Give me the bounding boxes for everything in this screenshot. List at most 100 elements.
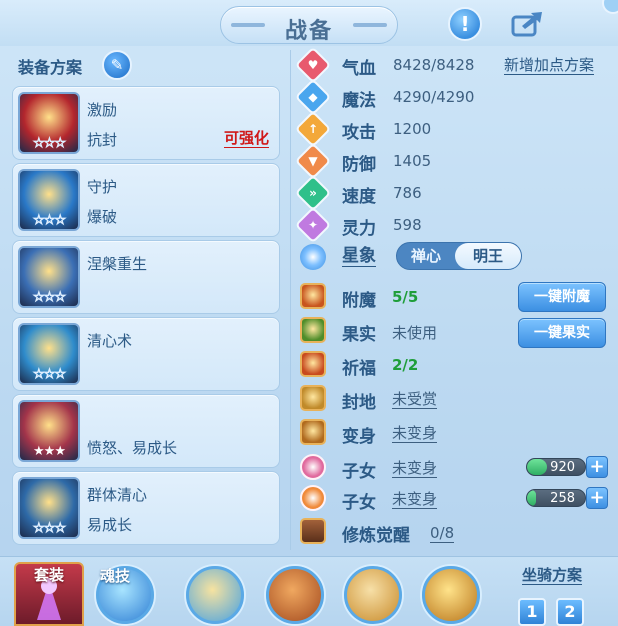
child-progress-bar: 920 — [526, 458, 586, 476]
cultivation-label: 修炼觉醒 — [342, 526, 410, 546]
equipment-traits: 易成长 — [87, 516, 133, 534]
new-point-plan-link[interactable]: 新增加点方案 — [504, 56, 595, 75]
progress-fill — [527, 490, 536, 506]
equipment-card[interactable]: ☆☆☆ 清心术 — [12, 317, 280, 391]
child-icon — [300, 454, 326, 480]
constellation-label[interactable]: 星象 — [342, 246, 376, 267]
add-points-plus-icon[interactable]: + — [586, 456, 608, 478]
speed-icon: » — [294, 174, 332, 212]
equipment-card[interactable]: ☆☆☆ 激励抗封 可强化 — [12, 86, 280, 160]
stat-row: » 速度 786 — [294, 174, 500, 212]
star-rating: ☆☆☆ — [33, 367, 67, 383]
edit-scheme-icon[interactable]: ✎ — [102, 50, 132, 80]
stat-value: 598 — [393, 216, 422, 234]
defense-icon: ▼ — [294, 142, 332, 180]
mount-scheme-2-button[interactable]: 2 — [556, 598, 584, 626]
share-icon[interactable] — [510, 8, 544, 38]
equipment-name: 激励 — [87, 101, 118, 119]
child-transform-value[interactable]: 未变身 — [392, 459, 438, 478]
equipment-icon[interactable]: ☆☆☆ — [18, 169, 80, 231]
mount-slot-3-icon[interactable] — [344, 566, 402, 624]
stat-row: ✦ 灵力 598 — [294, 206, 500, 244]
feature-icon — [300, 351, 326, 377]
stat-row: ◆ 魔法 4290/4290 — [294, 78, 500, 116]
toggle-option-mingwang[interactable]: 明王 — [455, 243, 521, 269]
feature-label: 祈福 — [342, 359, 376, 379]
child-label: 子女 — [342, 493, 376, 513]
child-label: 子女 — [342, 462, 376, 482]
equipment-name: 守护 — [87, 178, 118, 196]
equipment-card[interactable]: ☆☆☆ 群体清心易成长 — [12, 471, 280, 545]
stat-row: ↑ 攻击 1200 — [294, 110, 500, 148]
feature-icon — [300, 385, 326, 411]
mount-slot-1-icon[interactable] — [186, 566, 244, 624]
mount-scheme-1-button[interactable]: 1 — [518, 598, 546, 626]
soul-skill-label: 魂技 — [100, 567, 131, 585]
feature-label: 果实 — [342, 325, 376, 345]
stat-label: 攻击 — [342, 123, 376, 143]
equipment-icon[interactable]: ☆☆☆ — [18, 477, 80, 539]
child-icon — [300, 485, 326, 511]
set-label: 套装 — [33, 566, 64, 584]
equipment-icon[interactable]: ☆☆☆ — [18, 246, 80, 308]
feature-value: 未使用 — [392, 324, 438, 342]
stat-value: 786 — [393, 184, 422, 202]
equipment-card[interactable]: ★★★ 愤怒、易成长 — [12, 394, 280, 468]
title-plate: 战备 — [220, 6, 398, 44]
stat-label: 气血 — [342, 59, 376, 79]
equipment-name: 清心术 — [87, 332, 133, 350]
feature-icon — [300, 317, 326, 343]
mana-icon: ◆ — [294, 78, 332, 116]
info-icon[interactable]: ! — [448, 7, 482, 41]
feature-value: 5/5 — [392, 288, 419, 306]
heart-icon: ♥ — [294, 46, 332, 84]
progress-value: 258 — [550, 491, 575, 506]
star-rating: ☆☆☆ — [33, 290, 67, 306]
equipment-name: 群体清心 — [87, 486, 148, 504]
equipment-icon[interactable]: ★★★ — [18, 400, 80, 462]
progress-value: 920 — [550, 460, 575, 475]
feature-value[interactable]: 未变身 — [392, 424, 438, 443]
stat-label: 速度 — [342, 187, 376, 207]
equipment-icon[interactable]: ☆☆☆ — [18, 92, 80, 154]
equipment-traits: 爆破 — [87, 208, 118, 226]
stat-label: 防御 — [342, 155, 376, 175]
stat-label: 魔法 — [342, 91, 376, 111]
equipment-traits: 愤怒、易成长 — [87, 439, 178, 457]
stat-row: ♥ 气血 8428/8428 — [294, 46, 500, 84]
cultivation-icon — [300, 518, 326, 544]
child-transform-value[interactable]: 未变身 — [392, 490, 438, 509]
attack-icon: ↑ — [294, 110, 332, 148]
page-title: 战备 — [284, 19, 333, 44]
equipment-card[interactable]: ☆☆☆ 守护爆破 — [12, 163, 280, 237]
star-rating: ☆☆☆ — [33, 213, 67, 229]
cultivation-value[interactable]: 0/8 — [430, 524, 455, 543]
stat-value: 8428/8428 — [393, 56, 475, 74]
feature-value: 2/2 — [392, 356, 419, 374]
feature-label: 封地 — [342, 393, 376, 413]
spirit-icon: ✦ — [294, 206, 332, 244]
feature-icon — [300, 419, 326, 445]
column-divider — [290, 50, 291, 550]
mount-slot-4-icon[interactable] — [422, 566, 480, 624]
constellation-toggle[interactable]: 禅心 明王 — [396, 242, 522, 270]
stat-value: 4290/4290 — [393, 88, 475, 106]
one-click-fruit-button[interactable]: 一键果实 — [518, 318, 606, 348]
star-rating: ★★★ — [33, 444, 66, 459]
stat-value: 1405 — [393, 152, 432, 170]
add-points-plus-icon[interactable]: + — [586, 487, 608, 509]
equipment-scheme-title: 装备方案 — [18, 58, 83, 77]
star-rating: ☆☆☆ — [33, 521, 67, 537]
stat-value: 1200 — [393, 120, 432, 138]
equipment-icon[interactable]: ☆☆☆ — [18, 323, 80, 385]
mount-scheme-label[interactable]: 坐骑方案 — [522, 566, 583, 585]
feature-value[interactable]: 未受赏 — [392, 390, 438, 409]
equipment-traits: 抗封 — [87, 131, 118, 149]
equipment-card[interactable]: ☆☆☆ 涅槃重生 — [12, 240, 280, 314]
equipment-name: 涅槃重生 — [87, 255, 148, 273]
one-click-enchant-button[interactable]: 一键附魔 — [518, 282, 606, 312]
mount-slot-2-icon[interactable] — [266, 566, 324, 624]
feature-label: 附魔 — [342, 291, 376, 311]
upgradable-link[interactable]: 可强化 — [223, 129, 269, 148]
toggle-option-chanxin[interactable]: 禅心 — [397, 243, 455, 269]
